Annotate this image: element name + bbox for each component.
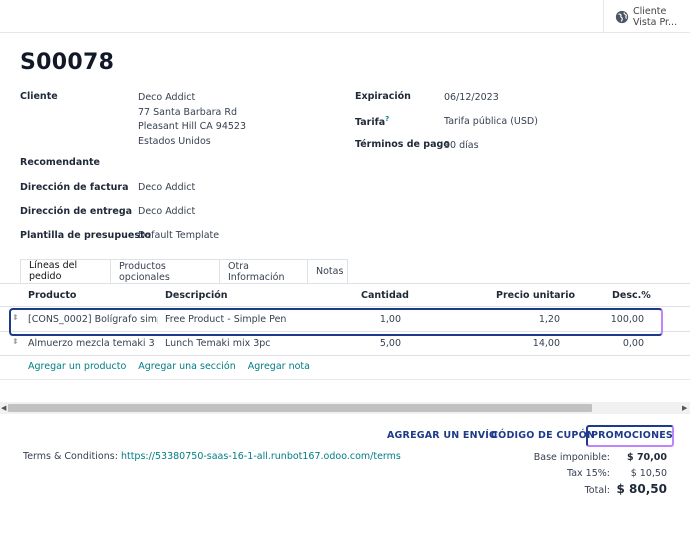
globe-icon bbox=[615, 10, 629, 23]
row-discount[interactable]: 0,00 bbox=[590, 338, 644, 349]
tab-order-lines[interactable]: Líneas del pedido bbox=[20, 259, 111, 283]
template-field[interactable]: Default Template bbox=[138, 229, 219, 244]
total-value: $ 80,50 bbox=[616, 482, 667, 496]
column-header-unit-price[interactable]: Precio unitario bbox=[496, 290, 575, 301]
pricelist-label-text: Tarifa bbox=[355, 117, 386, 129]
customer-line: 77 Santa Barbara Rd bbox=[138, 106, 238, 118]
scroll-left-icon[interactable]: ◀ bbox=[1, 404, 6, 412]
invoice-address-label: Dirección de factura bbox=[20, 182, 129, 193]
column-header-description[interactable]: Descripción bbox=[165, 290, 228, 301]
column-header-product[interactable]: Producto bbox=[28, 290, 76, 301]
table-header: Producto Descripción Cantidad Precio uni… bbox=[0, 285, 690, 307]
tab-optional-products[interactable]: Productos opcionales bbox=[110, 259, 220, 283]
add-shipping-button[interactable]: AGREGAR UN ENVÍO bbox=[387, 430, 497, 441]
tab-other-info[interactable]: Otra Información bbox=[219, 259, 308, 283]
tabs-divider bbox=[0, 283, 690, 284]
tax-label: Tax 15%: bbox=[566, 468, 610, 479]
terms-and-conditions: Terms & Conditions: https://53380750-saa… bbox=[23, 451, 401, 462]
row-quantity[interactable]: 5,00 bbox=[340, 338, 401, 349]
customer-preview-button[interactable]: Cliente Vista Pr... bbox=[603, 0, 690, 33]
drag-handle-icon[interactable]: ⬍ bbox=[12, 338, 20, 349]
template-label: Plantilla de presupuesto bbox=[20, 230, 152, 241]
customer-field[interactable]: Deco Addict 77 Santa Barbara Rd Pleasant… bbox=[138, 91, 246, 149]
untaxed-amount-value: $ 70,00 bbox=[627, 452, 667, 463]
payment-terms-field[interactable]: 30 días bbox=[444, 139, 479, 154]
terms-label: Terms & Conditions: bbox=[23, 451, 118, 462]
customer-line: Estados Unidos bbox=[138, 135, 211, 147]
add-section-link[interactable]: Agregar una sección bbox=[138, 361, 235, 372]
scroll-right-icon[interactable]: ▶ bbox=[682, 404, 687, 412]
row-highlight-outline-inner bbox=[9, 308, 663, 336]
expiration-field[interactable]: 06/12/2023 bbox=[444, 91, 499, 106]
coupon-code-button[interactable]: CÓDIGO DE CUPÓN bbox=[491, 430, 595, 441]
invoice-address-field[interactable]: Deco Addict bbox=[138, 181, 195, 196]
preview-line-2: Vista Pr... bbox=[633, 16, 678, 28]
add-note-link[interactable]: Agregar nota bbox=[248, 361, 310, 372]
referrer-label: Recomendante bbox=[20, 157, 100, 168]
order-title: S00078 bbox=[20, 50, 115, 75]
row-description[interactable]: Lunch Temaki mix 3pc bbox=[165, 338, 345, 349]
preview-line-1: Cliente bbox=[633, 5, 667, 17]
delivery-address-field[interactable]: Deco Addict bbox=[138, 205, 195, 220]
row-unit-price[interactable]: 14,00 bbox=[480, 338, 560, 349]
pricelist-label: Tarifa? bbox=[355, 115, 389, 128]
notebook-tabs: Líneas del pedido Productos opcionales O… bbox=[20, 259, 348, 283]
help-icon[interactable]: ? bbox=[385, 115, 389, 123]
add-product-link[interactable]: Agregar un producto bbox=[28, 361, 126, 372]
total-label: Total: bbox=[584, 485, 610, 496]
column-header-discount[interactable]: Desc.% bbox=[612, 290, 651, 301]
horizontal-scrollbar[interactable]: ◀ ▶ bbox=[0, 402, 690, 414]
top-bar: Cliente Vista Pr... bbox=[0, 0, 690, 33]
customer-label: Cliente bbox=[20, 91, 58, 102]
scrollbar-thumb[interactable] bbox=[8, 404, 592, 412]
payment-terms-label: Términos de pago bbox=[355, 139, 450, 150]
table-bottom-divider bbox=[0, 379, 690, 380]
add-line-links: Agregar un producto Agregar una sección … bbox=[28, 361, 310, 372]
customer-line: Pleasant Hill CA 94523 bbox=[138, 121, 247, 132]
column-header-quantity[interactable]: Cantidad bbox=[361, 290, 409, 301]
untaxed-amount-label: Base imponible: bbox=[533, 452, 610, 463]
terms-link[interactable]: https://53380750-saas-16-1-all.runbot167… bbox=[121, 451, 401, 462]
tab-notes[interactable]: Notas bbox=[307, 259, 348, 283]
promotions-button[interactable]: PROMOCIONES bbox=[591, 430, 673, 441]
row-product[interactable]: Almuerzo mezcla temaki 3 p... bbox=[28, 338, 158, 349]
delivery-address-label: Dirección de entrega bbox=[20, 206, 133, 217]
tax-value: $ 10,50 bbox=[630, 468, 667, 479]
customer-line: Deco Addict bbox=[138, 92, 196, 103]
customer-preview-label: Cliente Vista Pr... bbox=[633, 6, 677, 28]
pricelist-field[interactable]: Tarifa pública (USD) bbox=[444, 115, 538, 130]
expiration-label: Expiración bbox=[355, 91, 411, 102]
